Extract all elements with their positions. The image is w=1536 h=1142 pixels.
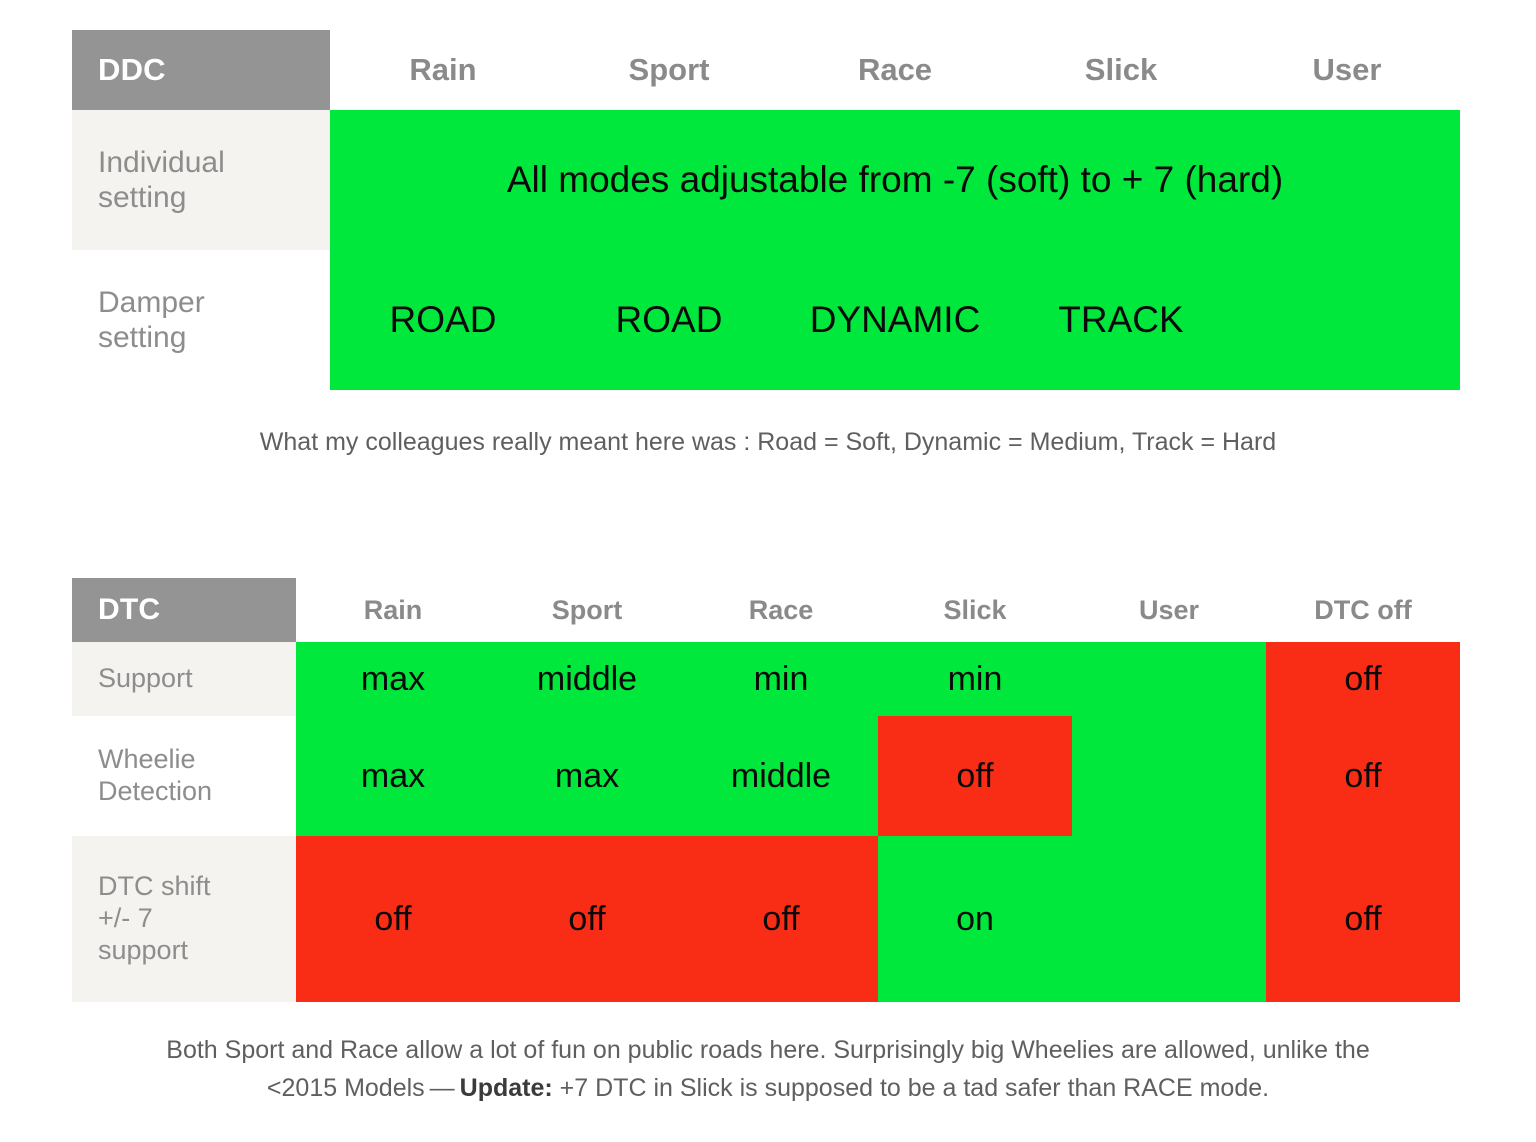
- dtc-wheelie-cell-rain: max: [296, 716, 490, 836]
- dtc-column-header-rain: Rain: [296, 578, 490, 642]
- dtc-column-header-sport: Sport: [490, 578, 684, 642]
- dtc-row-label-dtc-shift-support: DTC shift +/- 7 support: [72, 836, 296, 1002]
- ddc-row-label-individual-setting: Individual setting: [72, 110, 330, 250]
- dtc-shift-cell-rain: off: [296, 836, 490, 1002]
- dtc-wheelie-cell-dtc-off: off: [1266, 716, 1460, 836]
- dtc-support-cell-sport: middle: [490, 642, 684, 716]
- dtc-wheelie-cell-user: [1072, 716, 1266, 836]
- ddc-column-header-sport: Sport: [556, 30, 782, 110]
- dtc-shift-cell-race: off: [684, 836, 878, 1002]
- dtc-row-label-line1: Wheelie: [98, 744, 196, 775]
- ddc-grid: DDC Rain Sport Race Slick User Individua…: [72, 30, 1460, 390]
- dtc-support-cell-race: min: [684, 642, 878, 716]
- ddc-column-header-user: User: [1234, 30, 1460, 110]
- dtc-support-cell-slick: min: [878, 642, 1072, 716]
- ddc-damper-cell-rain: ROAD: [330, 250, 556, 390]
- dtc-corner-header: DTC: [72, 578, 296, 642]
- dtc-caption-line1: Both Sport and Race allow a lot of fun o…: [166, 1036, 1370, 1064]
- ddc-column-header-rain: Rain: [330, 30, 556, 110]
- dtc-wheelie-cell-race: middle: [684, 716, 878, 836]
- dtc-caption-line2-suffix: +7 DTC in Slick is supposed to be a tad …: [552, 1073, 1270, 1102]
- dtc-caption: Both Sport and Race allow a lot of fun o…: [60, 1032, 1476, 1107]
- dtc-row-label-support: Support: [72, 642, 296, 716]
- ddc-individual-setting-span-cell: All modes adjustable from -7 (soft) to +…: [330, 110, 1460, 250]
- dtc-column-header-user: User: [1072, 578, 1266, 642]
- dtc-shift-cell-sport: off: [490, 836, 684, 1002]
- ddc-damper-cell-slick: TRACK: [1008, 250, 1234, 390]
- dtc-support-cell-rain: max: [296, 642, 490, 716]
- dtc-shift-cell-dtc-off: off: [1266, 836, 1460, 1002]
- ddc-row-label-line1: Individual: [98, 145, 225, 179]
- dtc-support-cell-user: [1072, 642, 1266, 716]
- dtc-caption-line2-prefix: <2015 Models —: [266, 1073, 460, 1102]
- dtc-grid: DTC Rain Sport Race Slick User DTC off S…: [72, 578, 1460, 1002]
- dtc-row-label-line3: support: [98, 934, 189, 965]
- ddc-row-label-line1: Damper: [98, 285, 205, 319]
- dtc-row-label-line1: DTC shift: [98, 871, 211, 902]
- ddc-damper-cell-race: DYNAMIC: [782, 250, 1008, 390]
- dtc-wheelie-cell-sport: max: [490, 716, 684, 836]
- dtc-shift-cell-slick: on: [878, 836, 1072, 1002]
- dtc-row-label-wheelie-detection: Wheelie Detection: [72, 716, 296, 836]
- dtc-row-label-line2: +/- 7: [98, 903, 153, 934]
- ddc-row-label-line2: setting: [98, 181, 187, 214]
- ddc-row-label-damper-setting: Damper setting: [72, 250, 330, 390]
- dtc-column-header-race: Race: [684, 578, 878, 642]
- page-root: DDC Rain Sport Race Slick User Individua…: [0, 0, 1536, 1142]
- dtc-table: DTC Rain Sport Race Slick User DTC off S…: [72, 578, 1460, 1002]
- dtc-shift-cell-user: [1072, 836, 1266, 1002]
- dtc-support-cell-dtc-off: off: [1266, 642, 1460, 716]
- ddc-caption: What my colleagues really meant here was…: [259, 428, 1277, 456]
- dtc-row-label-line1: Support: [98, 663, 193, 694]
- ddc-column-header-slick: Slick: [1008, 30, 1234, 110]
- ddc-damper-cell-user: [1234, 250, 1460, 390]
- dtc-wheelie-cell-slick: off: [878, 716, 1072, 836]
- dtc-column-header-slick: Slick: [878, 578, 1072, 642]
- ddc-column-header-race: Race: [782, 30, 1008, 110]
- dtc-caption-update-label: Update:: [459, 1073, 553, 1102]
- dtc-column-header-dtc-off: DTC off: [1266, 578, 1460, 642]
- ddc-row-label-line2: setting: [98, 321, 187, 354]
- ddc-table: DDC Rain Sport Race Slick User Individua…: [72, 30, 1460, 390]
- ddc-corner-header: DDC: [72, 30, 330, 110]
- dtc-row-label-line2: Detection: [98, 776, 213, 806]
- ddc-damper-cell-sport: ROAD: [556, 250, 782, 390]
